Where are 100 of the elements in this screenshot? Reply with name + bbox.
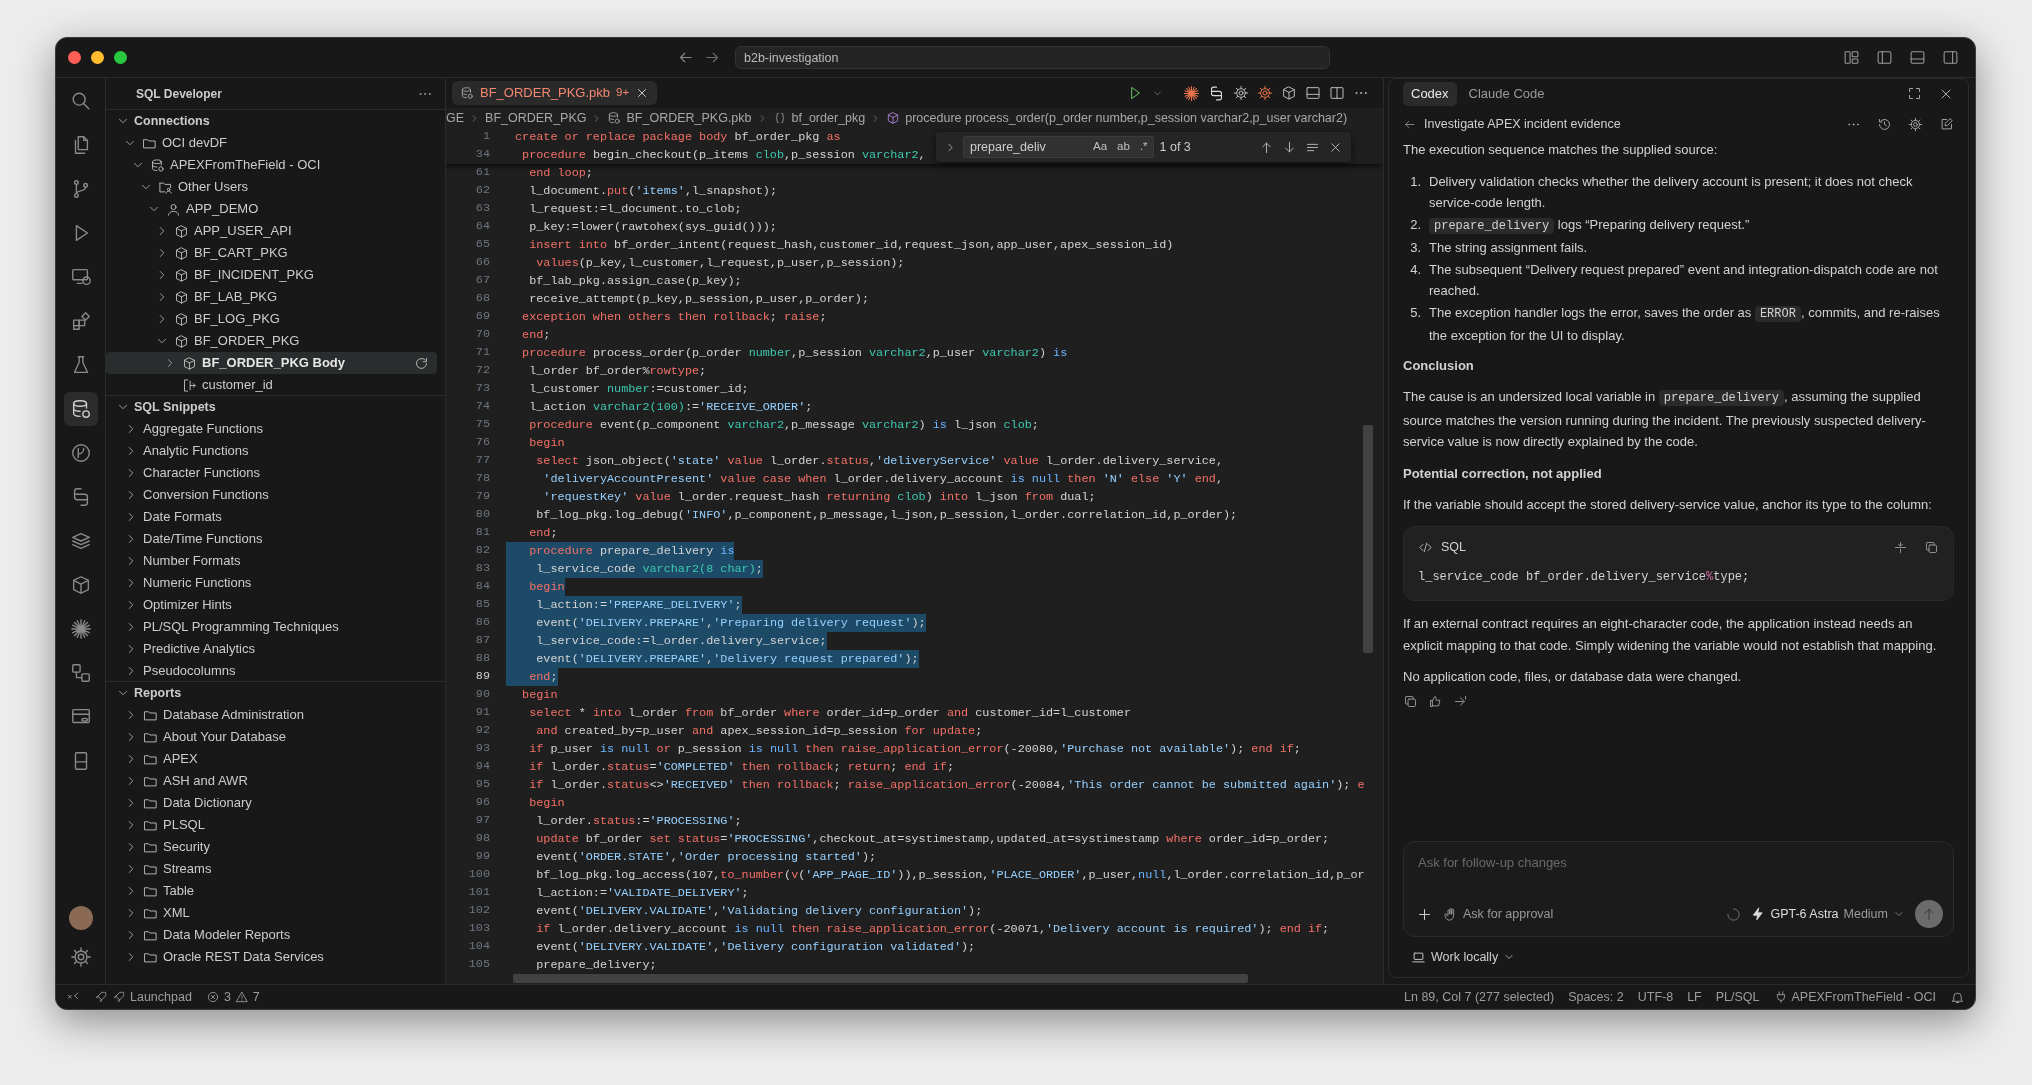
tree-item[interactable]: Streams (106, 858, 437, 880)
sidebar-toggle-icon[interactable] (1876, 49, 1893, 66)
edit-icon[interactable] (1939, 116, 1954, 132)
tree-item[interactable]: BF_ORDER_PKG Body (106, 352, 437, 374)
starburst-icon[interactable] (69, 618, 92, 640)
tree-item[interactable]: Character Functions (106, 462, 437, 484)
refresh-icon[interactable] (414, 355, 429, 371)
expand-icon[interactable] (1907, 86, 1922, 101)
tree-item[interactable]: Analytic Functions (106, 440, 437, 462)
tree-item[interactable]: BF_LAB_PKG (106, 286, 437, 308)
find-option-toggle[interactable]: Aa (1088, 136, 1113, 158)
tree-item[interactable]: Optimizer Hints (106, 594, 437, 616)
section-header[interactable]: SQL Snippets (106, 396, 445, 418)
settings-icon[interactable] (1908, 116, 1923, 132)
scrollbar-thumb[interactable] (1363, 425, 1373, 653)
tree-item[interactable]: APP_DEMO (106, 198, 437, 220)
tree-item[interactable]: Oracle REST Data Services (106, 946, 437, 967)
remote-monitor-icon[interactable] (69, 266, 92, 288)
tree-item[interactable]: BF_LOG_PKG (106, 308, 437, 330)
zoom-light[interactable] (114, 51, 127, 64)
avatar[interactable] (68, 906, 93, 930)
breadcrumb-item[interactable]: procedure process_order(p_order number,p_session varchar2,p_user varchar2) (905, 108, 1348, 128)
tree-item[interactable]: PLSQL (106, 814, 437, 836)
branch-circle-icon[interactable] (69, 442, 92, 464)
tree-item[interactable]: Data Dictionary (106, 792, 437, 814)
copy-icon[interactable] (1924, 540, 1939, 555)
diagram-icon[interactable] (69, 662, 92, 684)
arrow-up-icon[interactable] (1259, 139, 1274, 155)
connection-status[interactable]: APEXFromTheField - OCI (1773, 987, 1936, 1007)
tree-item[interactable]: Aggregate Functions (106, 418, 437, 440)
tree-item[interactable]: OCI devDF (106, 132, 437, 154)
command-center[interactable]: b2b-investigation (735, 46, 1330, 69)
find-option-toggle[interactable]: ab (1112, 136, 1135, 158)
panel-toggle-icon[interactable] (1305, 85, 1321, 101)
tree-item[interactable]: Table (106, 880, 437, 902)
section-header[interactable]: Connections (106, 110, 445, 132)
indentation-setting[interactable]: Spaces: 2 (1568, 987, 1624, 1007)
approval-selector[interactable]: Ask for approval (1443, 904, 1554, 924)
panel-tab[interactable]: Codex (1403, 82, 1457, 106)
tree-item[interactable]: Security (106, 836, 437, 858)
tree-item[interactable]: APEXFromTheField - OCI (106, 154, 437, 176)
tree-item[interactable]: APP_USER_API (106, 220, 437, 242)
tree-item[interactable]: Predictive Analytics (106, 638, 437, 660)
arrow-down-icon[interactable] (1282, 139, 1297, 155)
settings-icon[interactable] (69, 946, 92, 968)
section-header[interactable]: Reports (106, 682, 445, 704)
tree-item[interactable]: Date Formats (106, 506, 437, 528)
knot-icon[interactable] (1208, 84, 1225, 102)
model-selector[interactable]: GPT-6 Astra Medium (1751, 904, 1905, 924)
cube-icon[interactable] (1281, 85, 1297, 101)
minimize-light[interactable] (91, 51, 104, 64)
split-editor-icon[interactable] (1329, 85, 1345, 101)
launchpad-button[interactable]: Launchpad (94, 987, 192, 1007)
breadcrumb-item[interactable]: BF_ORDER_PKG (485, 108, 587, 128)
tree-item[interactable]: About Your Database (106, 726, 437, 748)
problems-button[interactable]: 3 7 (205, 987, 260, 1007)
thumbs-icon[interactable] (1428, 693, 1443, 709)
close-light[interactable] (68, 51, 81, 64)
share-icon[interactable] (1453, 693, 1468, 709)
tree-item[interactable]: Conversion Functions (106, 484, 437, 506)
notification-bell-icon[interactable] (1950, 989, 1965, 1005)
custom-layout-icon[interactable] (1843, 49, 1860, 66)
tree-item[interactable]: BF_ORDER_PKG (106, 330, 437, 352)
find-field[interactable]: prepare_deliv (963, 136, 1088, 158)
tree-item[interactable]: ASH and AWR (106, 770, 437, 792)
tree-item[interactable]: Other Users (106, 176, 437, 198)
tree-item[interactable]: Numeric Functions (106, 572, 437, 594)
copy-icon[interactable] (1403, 693, 1418, 709)
apply-icon[interactable] (1893, 540, 1908, 555)
encoding-setting[interactable]: UTF-8 (1637, 987, 1674, 1007)
tree-item[interactable]: Data Modeler Reports (106, 924, 437, 946)
tree-item[interactable]: PL/SQL Programming Techniques (106, 616, 437, 638)
tree-item[interactable]: Number Formats (106, 550, 437, 572)
history-icon[interactable] (1877, 116, 1892, 132)
secondary-sidebar-icon[interactable] (1942, 49, 1959, 66)
tree-item[interactable]: customer_id (106, 374, 437, 395)
gear-icon[interactable] (1257, 85, 1273, 101)
tree-item[interactable]: Database Administration (106, 704, 437, 726)
cursor-position[interactable]: Ln 89, Col 7 (277 selected) (1404, 987, 1555, 1007)
editor-tab[interactable]: BF_ORDER_PKG.pkb 9+ (452, 81, 658, 105)
send-button[interactable] (1915, 900, 1943, 928)
starburst-icon[interactable] (1183, 84, 1200, 102)
language-mode[interactable]: PL/SQL (1715, 987, 1760, 1007)
line-ending-setting[interactable]: LF (1687, 987, 1702, 1007)
panel-tab[interactable]: Claude Code (1460, 82, 1553, 106)
follow-up-input[interactable]: Ask for follow-up changes Ask for approval GPT-6 Astra Medium (1403, 841, 1954, 937)
breadcrumb-item[interactable]: bf_order_pkg (791, 108, 866, 128)
scrollbar-thumb[interactable] (513, 974, 1248, 983)
breadcrumb-item[interactable]: GE (446, 108, 465, 128)
tree-item[interactable]: XML (106, 902, 437, 924)
tree-item[interactable]: BF_CART_PKG (106, 242, 437, 264)
location-selector[interactable]: Work locally (1411, 947, 1516, 967)
tree-item[interactable]: BF_INCIDENT_PKG (106, 264, 437, 286)
settings-icon[interactable] (1233, 85, 1249, 101)
tree-item[interactable]: Date/Time Functions (106, 528, 437, 550)
tree-item[interactable]: Pseudocolumns (106, 660, 437, 681)
panel-toggle-icon[interactable] (1909, 49, 1926, 66)
layers-icon[interactable] (69, 530, 92, 552)
tree-item[interactable]: APEX (106, 748, 437, 770)
breadcrumb-item[interactable]: BF_ORDER_PKG.pkb (626, 108, 752, 128)
